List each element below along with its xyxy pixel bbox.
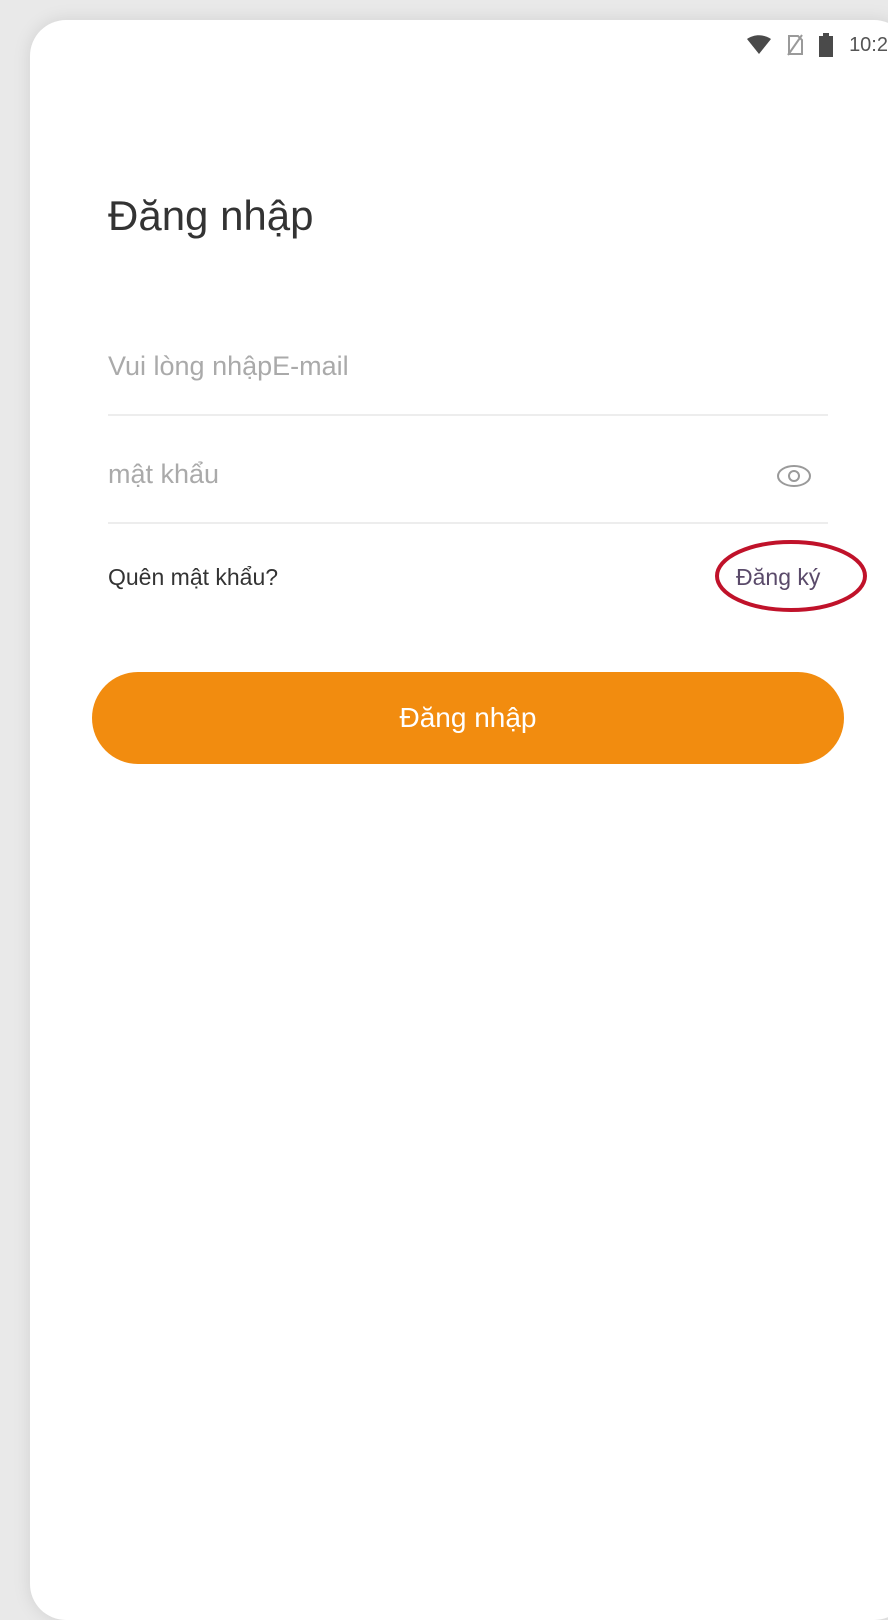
app-screen: 10:2 Đăng nhập Quên mật khẩu? Đăng ký Đă…	[30, 20, 888, 1620]
wifi-icon	[747, 35, 772, 55]
forgot-password-link[interactable]: Quên mật khẩu?	[108, 564, 278, 591]
password-field[interactable]	[108, 446, 728, 502]
no-sim-icon	[787, 34, 804, 56]
battery-icon	[819, 33, 834, 57]
register-link[interactable]: Đăng ký	[736, 564, 820, 591]
register-highlight: Đăng ký	[714, 538, 868, 614]
page-title: Đăng nhập	[108, 192, 314, 239]
links-row: Quên mật khẩu? Đăng ký	[108, 540, 867, 612]
eye-icon[interactable]	[774, 456, 814, 496]
status-time: 10:2	[849, 33, 888, 56]
status-bar: 10:2	[747, 30, 888, 60]
login-button[interactable]: Đăng nhập	[92, 672, 844, 764]
email-field-row	[108, 338, 828, 416]
password-field-row	[108, 446, 828, 524]
email-field[interactable]	[108, 338, 728, 394]
